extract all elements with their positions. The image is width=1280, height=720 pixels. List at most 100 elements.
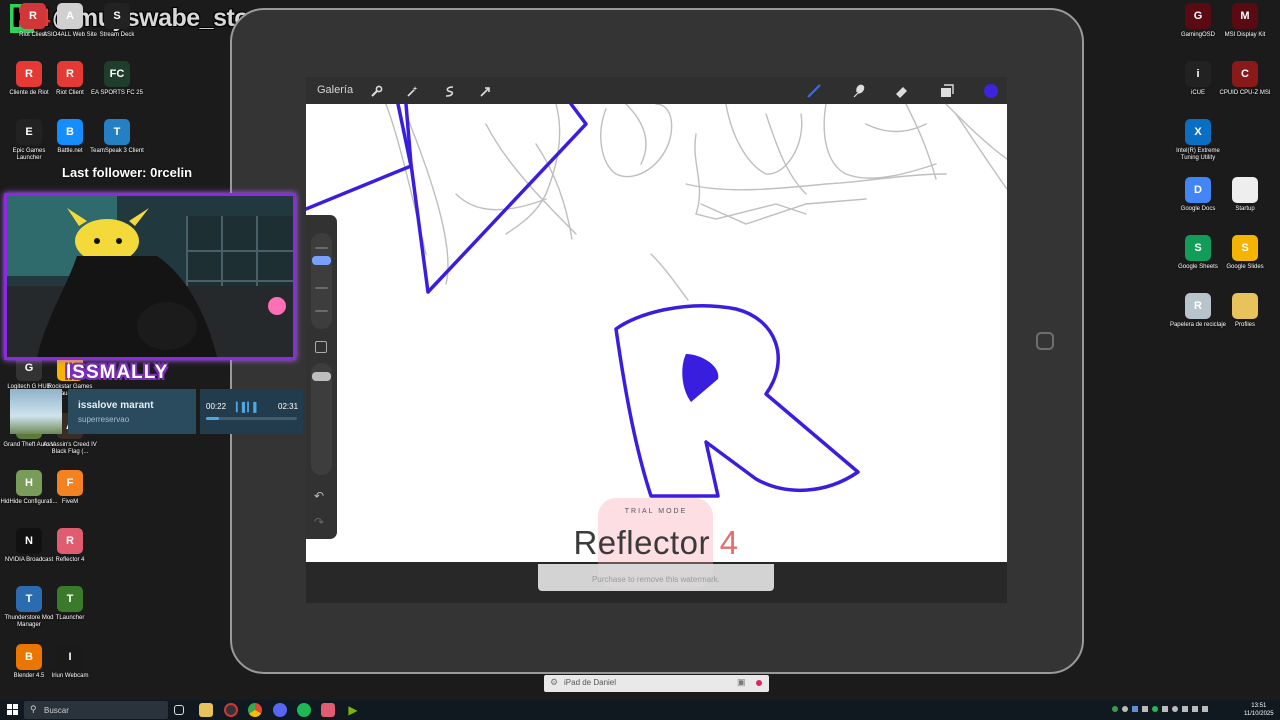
clock-date: 11/10/2025	[1244, 711, 1274, 717]
file-explorer-icon[interactable]	[199, 703, 213, 717]
epic-icon: E	[16, 119, 42, 145]
volume-icon[interactable]	[1202, 706, 1208, 712]
drawing-canvas[interactable]	[306, 102, 1007, 562]
webcam-overlay	[4, 193, 296, 360]
slider-tick	[315, 247, 328, 249]
tray-icon[interactable]	[1152, 706, 1158, 712]
blender-icon: B	[16, 644, 42, 670]
desktop-icon-left-20[interactable]: I Iriun Webcam	[41, 644, 99, 680]
task-view-icon[interactable]	[174, 705, 184, 715]
thunderstore-icon: T	[16, 586, 42, 612]
msi-display-icon: M	[1232, 3, 1258, 29]
desktop-icon-label: Iriun Webcam	[51, 673, 89, 679]
desktop-icon-left-18[interactable]: T TLauncher	[41, 586, 99, 622]
reflector-icon: R	[57, 528, 83, 554]
undo-icon[interactable]: ↶	[314, 489, 324, 503]
opacity-handle[interactable]	[312, 372, 331, 381]
tray-icon[interactable]	[1142, 706, 1148, 712]
taskbar-search[interactable]: ⚲ Buscar	[24, 701, 168, 719]
wrench-icon[interactable]	[368, 83, 384, 99]
startup-file-icon	[1232, 177, 1258, 203]
settings-gear-icon[interactable]: ⚙	[550, 677, 558, 688]
wifi-icon[interactable]	[1192, 706, 1198, 712]
taskbar: ⚲ Buscar ▶ 13:51 11/10/2025	[0, 700, 1280, 720]
record-icon[interactable]	[756, 680, 762, 686]
screenshot-camera-icon[interactable]: ▣	[737, 677, 746, 688]
tray-icon[interactable]	[1112, 706, 1118, 712]
slider-tick	[315, 287, 328, 289]
desktop-icon-label: FiveM	[61, 499, 79, 505]
playback-panel: 00:22 ▎▌▎▌ 02:31	[200, 389, 303, 434]
nvidia-taskbar-icon[interactable]: ▶	[346, 703, 360, 717]
tray-icon[interactable]	[1182, 706, 1188, 712]
desktop-icon-label: MSI Display Kit	[1224, 32, 1266, 38]
system-tray	[1112, 706, 1238, 714]
reflector-taskbar-icon[interactable]	[321, 703, 335, 717]
layers-icon[interactable]	[939, 83, 955, 99]
color-swatch-icon[interactable]	[983, 83, 999, 99]
spotify-icon[interactable]	[297, 703, 311, 717]
recycle-bin-icon: R	[1185, 293, 1211, 319]
gamingosd-icon: G	[1185, 3, 1211, 29]
smudge-icon[interactable]	[850, 83, 866, 99]
gallery-button[interactable]: Galería	[317, 84, 353, 96]
brush-icon[interactable]	[806, 83, 822, 99]
desktop-icon-right-3[interactable]: C CPUID CPU-Z MSI	[1216, 61, 1274, 97]
desktop-icon-left-14[interactable]: F FiveM	[41, 470, 99, 506]
desktop-icon-label: Startup	[1235, 206, 1255, 212]
magic-wand-icon[interactable]	[404, 83, 420, 99]
desktop-icon-label: TeamSpeak 3 Client	[90, 148, 144, 154]
device-bar: ⚙ iPad de Daniel ▣	[544, 675, 769, 692]
streamer-name-tag: ISSMALLY	[66, 362, 169, 383]
desktop-icon-right-6[interactable]: Startup	[1216, 177, 1274, 213]
riot-icon: R	[16, 61, 42, 87]
desktop-icon-right-8[interactable]: S Google Slides	[1216, 235, 1274, 271]
desktop-icon-right-4[interactable]: X Intel(R) Extreme Tuning Utility	[1169, 119, 1227, 162]
procreate-toolbar: Galería	[306, 77, 1007, 104]
purchase-notice[interactable]: Purchase to remove this watermark.	[538, 575, 774, 584]
clock-time: 13:51	[1251, 703, 1267, 709]
track-info: issalove marant superreservao	[68, 389, 196, 434]
riot-taskbar-icon[interactable]	[224, 703, 238, 717]
ipad-home-button[interactable]	[1036, 332, 1054, 350]
tlauncher-icon: T	[57, 586, 83, 612]
reflector-watermark: TRIAL MODE Reflector 4 Purchase to remov…	[538, 498, 774, 591]
tray-icon[interactable]	[1162, 706, 1168, 712]
desktop-icon-right-10[interactable]: Profiles	[1216, 293, 1274, 329]
iriun-icon: I	[57, 644, 83, 670]
brush-size-handle[interactable]	[312, 256, 331, 265]
tray-icon[interactable]	[1172, 706, 1178, 712]
transform-icon[interactable]	[477, 83, 493, 99]
canvas-artwork	[306, 102, 1007, 498]
eraser-icon[interactable]	[894, 83, 910, 99]
tray-icon[interactable]	[1122, 706, 1128, 712]
desktop-icon-left-16[interactable]: R Reflector 4	[41, 528, 99, 564]
chrome-icon[interactable]	[248, 703, 262, 717]
asio-icon: A	[57, 3, 83, 29]
redo-icon[interactable]: ↷	[314, 515, 324, 529]
pencil-sketch-strokes	[385, 103, 1007, 301]
ink-letter-r	[614, 304, 860, 498]
now-playing-widget: issalove marant superreservao 00:22 ▎▌▎▌…	[10, 389, 303, 434]
windows-start-icon[interactable]	[7, 704, 19, 716]
selection-icon[interactable]	[441, 83, 457, 99]
modify-button[interactable]	[315, 341, 327, 353]
track-title: issalove marant	[78, 400, 154, 411]
folder-icon	[1232, 293, 1258, 319]
reflector-brand-name: Reflector	[573, 524, 711, 561]
album-art	[10, 389, 62, 434]
tray-icon[interactable]	[1132, 706, 1138, 712]
hidhide-icon: H	[16, 470, 42, 496]
discord-icon[interactable]	[273, 703, 287, 717]
taskbar-clock[interactable]: 13:51 11/10/2025	[1244, 702, 1274, 718]
device-name: iPad de Daniel	[564, 678, 617, 687]
search-placeholder: Buscar	[44, 706, 69, 715]
desktop-icon-left-2[interactable]: S Stream Deck	[88, 3, 146, 39]
procreate-sidebar: ↶ ↷	[306, 215, 337, 539]
desktop-icon-left-8[interactable]: T TeamSpeak 3 Client	[88, 119, 146, 155]
desktop-icon-right-1[interactable]: M MSI Display Kit	[1216, 3, 1274, 39]
webcam-feed	[7, 196, 293, 357]
progress-track	[206, 417, 297, 420]
riot-client-icon: R	[57, 61, 83, 87]
desktop-icon-left-5[interactable]: FC EA SPORTS FC 25	[88, 61, 146, 97]
